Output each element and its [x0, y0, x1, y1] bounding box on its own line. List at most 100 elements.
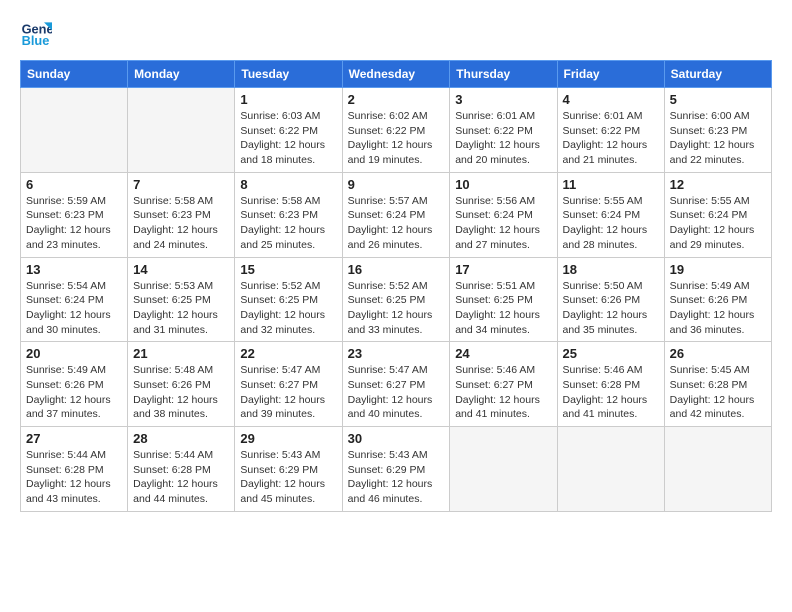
day-number: 30	[348, 431, 445, 446]
calendar-cell: 9 Sunrise: 5:57 AMSunset: 6:24 PMDaylight…	[342, 172, 450, 257]
day-info: Sunrise: 5:43 AMSunset: 6:29 PMDaylight:…	[240, 448, 336, 507]
calendar-cell: 3 Sunrise: 6:01 AMSunset: 6:22 PMDaylight…	[450, 88, 557, 173]
day-number: 2	[348, 92, 445, 107]
calendar-cell: 27 Sunrise: 5:44 AMSunset: 6:28 PMDayligh…	[21, 427, 128, 512]
header: General Blue	[20, 16, 772, 48]
week-row-3: 13Sunrise: 5:54 AMSunset: 6:24 PMDayligh…	[21, 257, 772, 342]
day-number: 11	[563, 177, 659, 192]
week-row-1: 1 Sunrise: 6:03 AMSunset: 6:22 PMDaylight…	[21, 88, 772, 173]
logo-icon: General Blue	[20, 16, 52, 48]
day-number: 23	[348, 346, 445, 361]
day-number: 12	[670, 177, 766, 192]
day-info: Sunrise: 5:55 AMSunset: 6:24 PMDaylight:…	[563, 194, 659, 253]
calendar-cell: 29 Sunrise: 5:43 AMSunset: 6:29 PMDayligh…	[235, 427, 342, 512]
day-info: Sunrise: 6:03 AMSunset: 6:22 PMDaylight:…	[240, 109, 336, 168]
calendar-cell	[128, 88, 235, 173]
day-info: Sunrise: 5:52 AMSunset: 6:25 PMDaylight:…	[240, 279, 336, 338]
day-info: Sunrise: 6:01 AMSunset: 6:22 PMDaylight:…	[455, 109, 551, 168]
calendar-cell: 19Sunrise: 5:49 AMSunset: 6:26 PMDayligh…	[664, 257, 771, 342]
day-number: 27	[26, 431, 122, 446]
day-info: Sunrise: 5:46 AMSunset: 6:28 PMDaylight:…	[563, 363, 659, 422]
calendar-header-thursday: Thursday	[450, 61, 557, 88]
week-row-4: 20 Sunrise: 5:49 AMSunset: 6:26 PMDayligh…	[21, 342, 772, 427]
day-number: 20	[26, 346, 122, 361]
calendar-cell: 4 Sunrise: 6:01 AMSunset: 6:22 PMDaylight…	[557, 88, 664, 173]
calendar-cell: 30 Sunrise: 5:43 AMSunset: 6:29 PMDayligh…	[342, 427, 450, 512]
day-number: 24	[455, 346, 551, 361]
day-number: 4	[563, 92, 659, 107]
day-number: 18	[563, 262, 659, 277]
day-info: Sunrise: 5:49 AMSunset: 6:26 PMDaylight:…	[26, 363, 122, 422]
day-number: 9	[348, 177, 445, 192]
day-info: Sunrise: 5:51 AMSunset: 6:25 PMDaylight:…	[455, 279, 551, 338]
calendar-header-wednesday: Wednesday	[342, 61, 450, 88]
day-info: Sunrise: 5:47 AMSunset: 6:27 PMDaylight:…	[240, 363, 336, 422]
calendar-cell: 15Sunrise: 5:52 AMSunset: 6:25 PMDayligh…	[235, 257, 342, 342]
calendar-cell	[664, 427, 771, 512]
calendar-cell: 24 Sunrise: 5:46 AMSunset: 6:27 PMDayligh…	[450, 342, 557, 427]
calendar-cell	[450, 427, 557, 512]
calendar-cell: 8Sunrise: 5:58 AMSunset: 6:23 PMDaylight…	[235, 172, 342, 257]
calendar-cell: 18 Sunrise: 5:50 AMSunset: 6:26 PMDayligh…	[557, 257, 664, 342]
day-info: Sunrise: 5:55 AMSunset: 6:24 PMDaylight:…	[670, 194, 766, 253]
day-number: 10	[455, 177, 551, 192]
calendar-cell	[557, 427, 664, 512]
day-info: Sunrise: 5:49 AMSunset: 6:26 PMDaylight:…	[670, 279, 766, 338]
calendar-cell: 10 Sunrise: 5:56 AMSunset: 6:24 PMDayligh…	[450, 172, 557, 257]
day-info: Sunrise: 5:57 AMSunset: 6:24 PMDaylight:…	[348, 194, 445, 253]
calendar-cell: 17 Sunrise: 5:51 AMSunset: 6:25 PMDayligh…	[450, 257, 557, 342]
calendar: SundayMondayTuesdayWednesdayThursdayFrid…	[20, 60, 772, 512]
calendar-cell: 25 Sunrise: 5:46 AMSunset: 6:28 PMDayligh…	[557, 342, 664, 427]
day-number: 28	[133, 431, 229, 446]
day-number: 7	[133, 177, 229, 192]
day-info: Sunrise: 5:54 AMSunset: 6:24 PMDaylight:…	[26, 279, 122, 338]
calendar-cell: 28 Sunrise: 5:44 AMSunset: 6:28 PMDayligh…	[128, 427, 235, 512]
day-info: Sunrise: 5:46 AMSunset: 6:27 PMDaylight:…	[455, 363, 551, 422]
day-number: 14	[133, 262, 229, 277]
day-number: 1	[240, 92, 336, 107]
calendar-cell: 14 Sunrise: 5:53 AMSunset: 6:25 PMDayligh…	[128, 257, 235, 342]
day-info: Sunrise: 5:43 AMSunset: 6:29 PMDaylight:…	[348, 448, 445, 507]
day-info: Sunrise: 5:53 AMSunset: 6:25 PMDaylight:…	[133, 279, 229, 338]
calendar-header-row: SundayMondayTuesdayWednesdayThursdayFrid…	[21, 61, 772, 88]
calendar-cell: 2 Sunrise: 6:02 AMSunset: 6:22 PMDaylight…	[342, 88, 450, 173]
logo: General Blue	[20, 16, 28, 48]
calendar-cell: 12 Sunrise: 5:55 AMSunset: 6:24 PMDayligh…	[664, 172, 771, 257]
day-number: 16	[348, 262, 445, 277]
calendar-header-sunday: Sunday	[21, 61, 128, 88]
day-info: Sunrise: 6:00 AMSunset: 6:23 PMDaylight:…	[670, 109, 766, 168]
day-number: 22	[240, 346, 336, 361]
calendar-cell: 20 Sunrise: 5:49 AMSunset: 6:26 PMDayligh…	[21, 342, 128, 427]
day-info: Sunrise: 5:44 AMSunset: 6:28 PMDaylight:…	[26, 448, 122, 507]
day-number: 3	[455, 92, 551, 107]
day-info: Sunrise: 5:58 AMSunset: 6:23 PMDaylight:…	[240, 194, 336, 253]
calendar-cell: 6 Sunrise: 5:59 AMSunset: 6:23 PMDaylight…	[21, 172, 128, 257]
day-number: 29	[240, 431, 336, 446]
day-number: 6	[26, 177, 122, 192]
day-number: 21	[133, 346, 229, 361]
calendar-header-tuesday: Tuesday	[235, 61, 342, 88]
day-number: 17	[455, 262, 551, 277]
calendar-cell: 23Sunrise: 5:47 AMSunset: 6:27 PMDayligh…	[342, 342, 450, 427]
day-info: Sunrise: 5:58 AMSunset: 6:23 PMDaylight:…	[133, 194, 229, 253]
calendar-header-saturday: Saturday	[664, 61, 771, 88]
day-number: 5	[670, 92, 766, 107]
calendar-cell: 22 Sunrise: 5:47 AMSunset: 6:27 PMDayligh…	[235, 342, 342, 427]
calendar-cell: 16 Sunrise: 5:52 AMSunset: 6:25 PMDayligh…	[342, 257, 450, 342]
day-number: 25	[563, 346, 659, 361]
calendar-cell: 5 Sunrise: 6:00 AMSunset: 6:23 PMDaylight…	[664, 88, 771, 173]
calendar-cell: 13Sunrise: 5:54 AMSunset: 6:24 PMDayligh…	[21, 257, 128, 342]
day-info: Sunrise: 5:59 AMSunset: 6:23 PMDaylight:…	[26, 194, 122, 253]
calendar-cell: 11 Sunrise: 5:55 AMSunset: 6:24 PMDayligh…	[557, 172, 664, 257]
day-info: Sunrise: 5:50 AMSunset: 6:26 PMDaylight:…	[563, 279, 659, 338]
calendar-cell: 1 Sunrise: 6:03 AMSunset: 6:22 PMDaylight…	[235, 88, 342, 173]
calendar-cell: 26Sunrise: 5:45 AMSunset: 6:28 PMDayligh…	[664, 342, 771, 427]
day-info: Sunrise: 6:02 AMSunset: 6:22 PMDaylight:…	[348, 109, 445, 168]
day-info: Sunrise: 5:52 AMSunset: 6:25 PMDaylight:…	[348, 279, 445, 338]
calendar-cell	[21, 88, 128, 173]
day-info: Sunrise: 5:45 AMSunset: 6:28 PMDaylight:…	[670, 363, 766, 422]
calendar-header-friday: Friday	[557, 61, 664, 88]
day-info: Sunrise: 5:44 AMSunset: 6:28 PMDaylight:…	[133, 448, 229, 507]
day-info: Sunrise: 6:01 AMSunset: 6:22 PMDaylight:…	[563, 109, 659, 168]
day-info: Sunrise: 5:56 AMSunset: 6:24 PMDaylight:…	[455, 194, 551, 253]
